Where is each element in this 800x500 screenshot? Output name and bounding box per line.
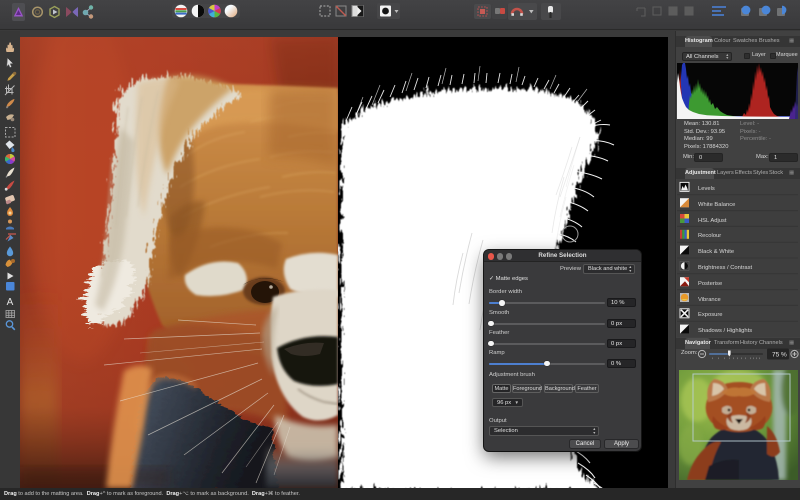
svg-text:A: A [7, 297, 14, 308]
svg-text:75 %: 75 % [772, 352, 787, 359]
